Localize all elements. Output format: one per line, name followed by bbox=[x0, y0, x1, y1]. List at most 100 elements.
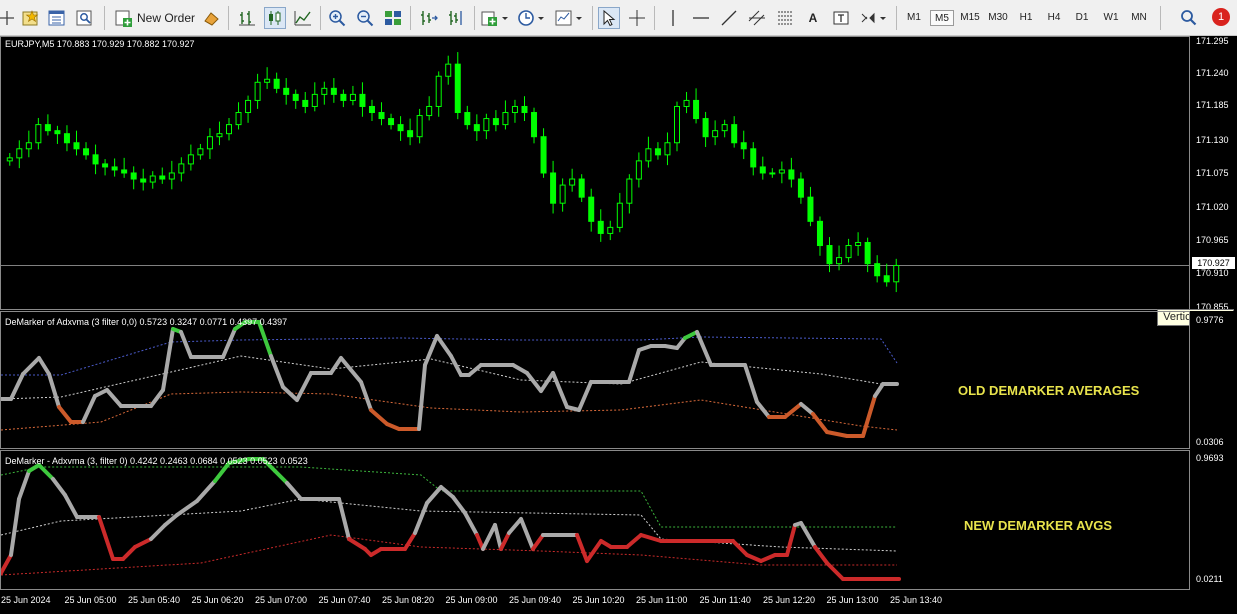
text-tool-icon[interactable]: A bbox=[802, 7, 824, 29]
time-tick: 25 Jun 05:00 bbox=[64, 595, 117, 605]
timeframe-mn[interactable]: MN bbox=[1126, 10, 1152, 26]
crosshair-tool-icon[interactable] bbox=[626, 7, 648, 29]
timeframe-h1[interactable]: H1 bbox=[1014, 10, 1038, 26]
time-tick: 25 Jun 08:20 bbox=[382, 595, 435, 605]
new-order-button[interactable]: New Order bbox=[112, 7, 198, 29]
market-watch-icon[interactable] bbox=[46, 7, 68, 29]
bear-candle bbox=[340, 93, 347, 101]
lower-band bbox=[1, 534, 897, 576]
demarker-segment bbox=[369, 408, 389, 426]
demarker-segment bbox=[403, 531, 417, 551]
candlestick-chart-icon[interactable] bbox=[264, 7, 286, 29]
old-demarker-plot bbox=[1, 320, 899, 438]
demarker-segment bbox=[133, 537, 153, 549]
zoom-out-icon[interactable] bbox=[354, 7, 376, 29]
favorites-star-icon[interactable] bbox=[20, 7, 42, 29]
cursor-arrow-icon[interactable] bbox=[598, 7, 620, 29]
demarker-segment bbox=[423, 334, 439, 367]
navigator-search-icon[interactable] bbox=[74, 7, 96, 29]
old-demarker-pane[interactable]: DeMarker of Adxvma (3 filter 0,0) 0.5723… bbox=[0, 311, 1190, 449]
upper-band bbox=[1, 466, 897, 528]
demarker-segment bbox=[337, 497, 351, 541]
bear-candle bbox=[864, 242, 871, 265]
bull-candle bbox=[569, 178, 576, 186]
chart-window[interactable]: EURJPY,M5 170.883 170.929 170.882 170.92… bbox=[0, 36, 1237, 614]
bear-candle bbox=[750, 148, 757, 168]
meta-editor-icon[interactable] bbox=[200, 7, 222, 29]
bear-candle bbox=[874, 263, 881, 277]
timeframe-m1[interactable]: M1 bbox=[902, 10, 926, 26]
demarker-segment bbox=[481, 523, 497, 551]
bull-candle bbox=[559, 184, 566, 204]
new-order-label: New Order bbox=[136, 11, 195, 25]
timeframe-m15[interactable]: M15 bbox=[956, 10, 984, 26]
demarker-segment bbox=[149, 523, 167, 541]
demarker-segment bbox=[813, 545, 829, 565]
bear-candle bbox=[531, 112, 538, 138]
periods-clock-icon[interactable] bbox=[516, 7, 546, 29]
templates-icon[interactable] bbox=[554, 7, 584, 29]
vertical-line-icon[interactable] bbox=[662, 7, 684, 29]
timeframe-h4[interactable]: H4 bbox=[1042, 10, 1066, 26]
auto-scroll-icon[interactable] bbox=[418, 7, 440, 29]
bull-candle bbox=[445, 63, 452, 77]
demarker-segment bbox=[493, 523, 503, 551]
bear-candle bbox=[454, 63, 461, 114]
bear-candle bbox=[159, 175, 166, 180]
bear-candle bbox=[121, 169, 128, 174]
price-tick: 170.910 bbox=[1196, 268, 1229, 278]
bull-candle bbox=[416, 115, 423, 138]
trendline-icon[interactable] bbox=[718, 7, 740, 29]
bull-candle bbox=[616, 202, 623, 228]
price-scale[interactable]: 171.295 171.240 171.185 171.130 171.075 … bbox=[1190, 36, 1237, 312]
current-price-label: 170.927 bbox=[1192, 257, 1235, 269]
demarker-segment bbox=[577, 380, 593, 412]
mid-band bbox=[1, 355, 897, 400]
demarker-segment bbox=[93, 388, 109, 398]
demarker-segment bbox=[627, 348, 641, 384]
bar-chart-icon[interactable] bbox=[236, 7, 258, 29]
demarker-segment bbox=[121, 545, 137, 561]
demarker-segment bbox=[105, 388, 123, 408]
demarker-segment bbox=[9, 497, 21, 557]
price-tick: 170.965 bbox=[1196, 235, 1229, 245]
bear-candle bbox=[54, 130, 61, 135]
chart-symbol-title: EURJPY,M5 170.883 170.929 170.882 170.92… bbox=[5, 39, 195, 49]
price-tick: 171.295 bbox=[1196, 36, 1229, 46]
indicators-dropdown-button[interactable] bbox=[480, 7, 510, 29]
timeframe-m30[interactable]: M30 bbox=[984, 10, 1012, 26]
candlestick-chart bbox=[1, 52, 1189, 293]
bear-candle bbox=[540, 136, 547, 174]
chart-shift-icon[interactable] bbox=[446, 7, 468, 29]
demarker-segment bbox=[51, 477, 67, 497]
bear-candle bbox=[44, 124, 51, 132]
zoom-in-icon[interactable] bbox=[326, 7, 348, 29]
line-chart-icon[interactable] bbox=[292, 7, 314, 29]
tile-windows-icon[interactable] bbox=[382, 7, 404, 29]
equidistant-channel-icon[interactable] bbox=[746, 7, 768, 29]
search-icon[interactable] bbox=[1178, 7, 1200, 29]
timeframe-d1[interactable]: D1 bbox=[1070, 10, 1094, 26]
price-pane[interactable]: EURJPY,M5 170.883 170.929 170.882 170.92… bbox=[0, 36, 1190, 310]
horizontal-line-icon[interactable] bbox=[690, 7, 712, 29]
new-demarker-pane[interactable]: DeMarker - Adxvma (3, filter 0) 0.4242 0… bbox=[0, 450, 1190, 590]
bear-candle bbox=[492, 118, 499, 126]
timeframe-m5[interactable]: M5 bbox=[930, 10, 954, 26]
bear-candle bbox=[378, 112, 385, 120]
time-tick: 25 Jun 11:40 bbox=[699, 595, 751, 605]
notification-badge[interactable]: 1 bbox=[1212, 8, 1230, 26]
text-label-icon[interactable] bbox=[830, 7, 852, 29]
timeframe-w1[interactable]: W1 bbox=[1098, 10, 1124, 26]
crosshair-icon[interactable] bbox=[0, 7, 14, 29]
demarker-segment bbox=[463, 511, 479, 537]
time-tick: 25 Jun 11:00 bbox=[636, 595, 688, 605]
arrows-dropdown-icon[interactable] bbox=[858, 7, 888, 29]
bull-candle bbox=[216, 133, 223, 138]
demarker-segment bbox=[531, 533, 545, 551]
bear-candle bbox=[521, 105, 528, 114]
fibonacci-icon[interactable] bbox=[774, 7, 796, 29]
demarker-segment bbox=[451, 495, 467, 515]
demarker-segment bbox=[359, 380, 373, 412]
demarker-segment bbox=[179, 330, 193, 359]
bear-candle bbox=[550, 172, 557, 204]
